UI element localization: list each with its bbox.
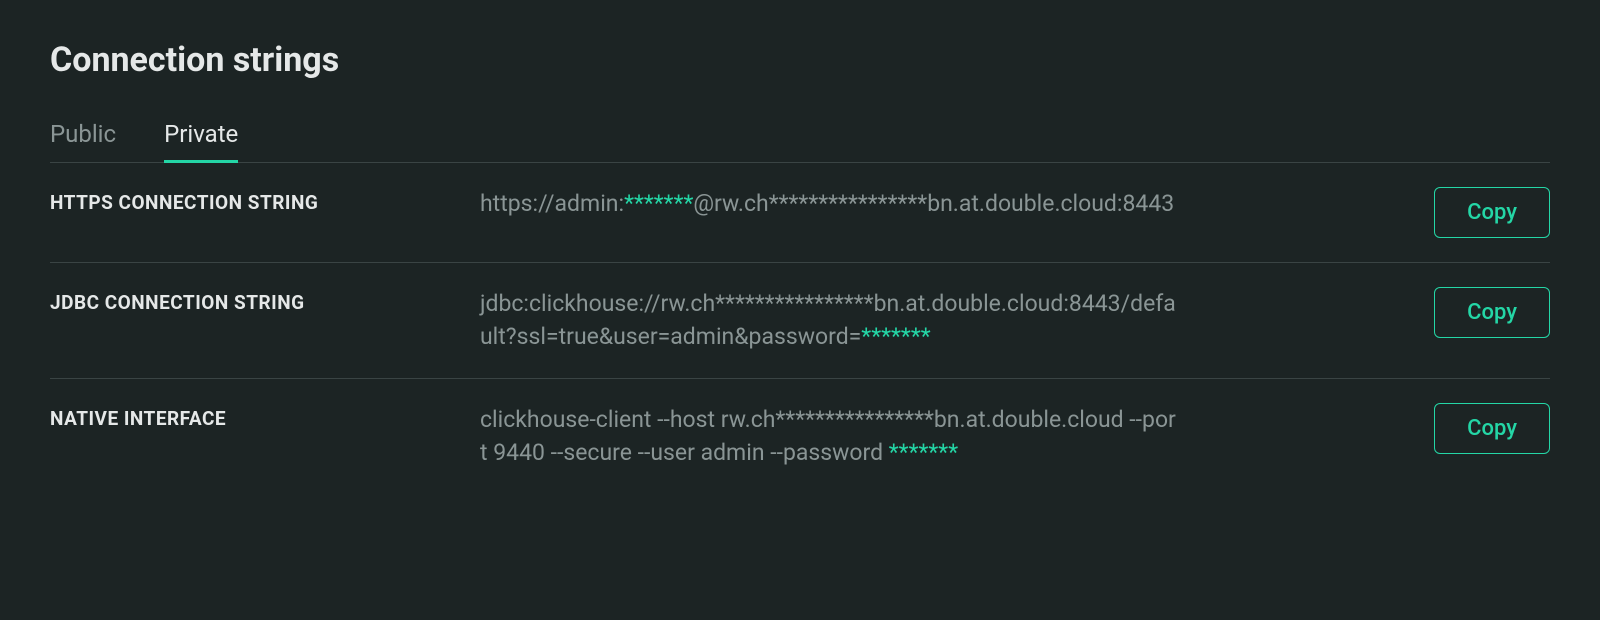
connection-list: HTTPS CONNECTION STRING https://admin:**… [50, 163, 1550, 493]
connection-value-https: https://admin:*******@rw.ch*************… [480, 187, 1200, 220]
value-text: jdbc:clickhouse://rw.ch****************b… [480, 290, 1176, 350]
masked-text: ******* [624, 190, 693, 217]
tab-public[interactable]: Public [50, 120, 116, 162]
connection-value-native: clickhouse-client --host rw.ch**********… [480, 403, 1200, 470]
page-title: Connection strings [50, 40, 1550, 80]
masked-text: ******* [889, 439, 958, 466]
value-text: clickhouse-client --host rw.ch**********… [480, 406, 1176, 466]
masked-text: ******* [861, 323, 930, 350]
copy-button[interactable]: Copy [1434, 403, 1550, 454]
connection-row-https: HTTPS CONNECTION STRING https://admin:**… [50, 163, 1550, 263]
copy-button[interactable]: Copy [1434, 187, 1550, 238]
tab-private[interactable]: Private [164, 120, 238, 162]
copy-button[interactable]: Copy [1434, 287, 1550, 338]
tabs: Public Private [50, 120, 1550, 163]
connection-row-jdbc: JDBC CONNECTION STRING jdbc:clickhouse:/… [50, 263, 1550, 379]
connection-row-native: NATIVE INTERFACE clickhouse-client --hos… [50, 379, 1550, 494]
value-text: https://admin: [480, 190, 624, 217]
connection-value-jdbc: jdbc:clickhouse://rw.ch****************b… [480, 287, 1200, 354]
connection-label: NATIVE INTERFACE [50, 403, 460, 430]
connection-label: JDBC CONNECTION STRING [50, 287, 460, 314]
value-text: @rw.ch****************bn.at.double.cloud… [693, 190, 1174, 217]
connection-label: HTTPS CONNECTION STRING [50, 187, 460, 214]
